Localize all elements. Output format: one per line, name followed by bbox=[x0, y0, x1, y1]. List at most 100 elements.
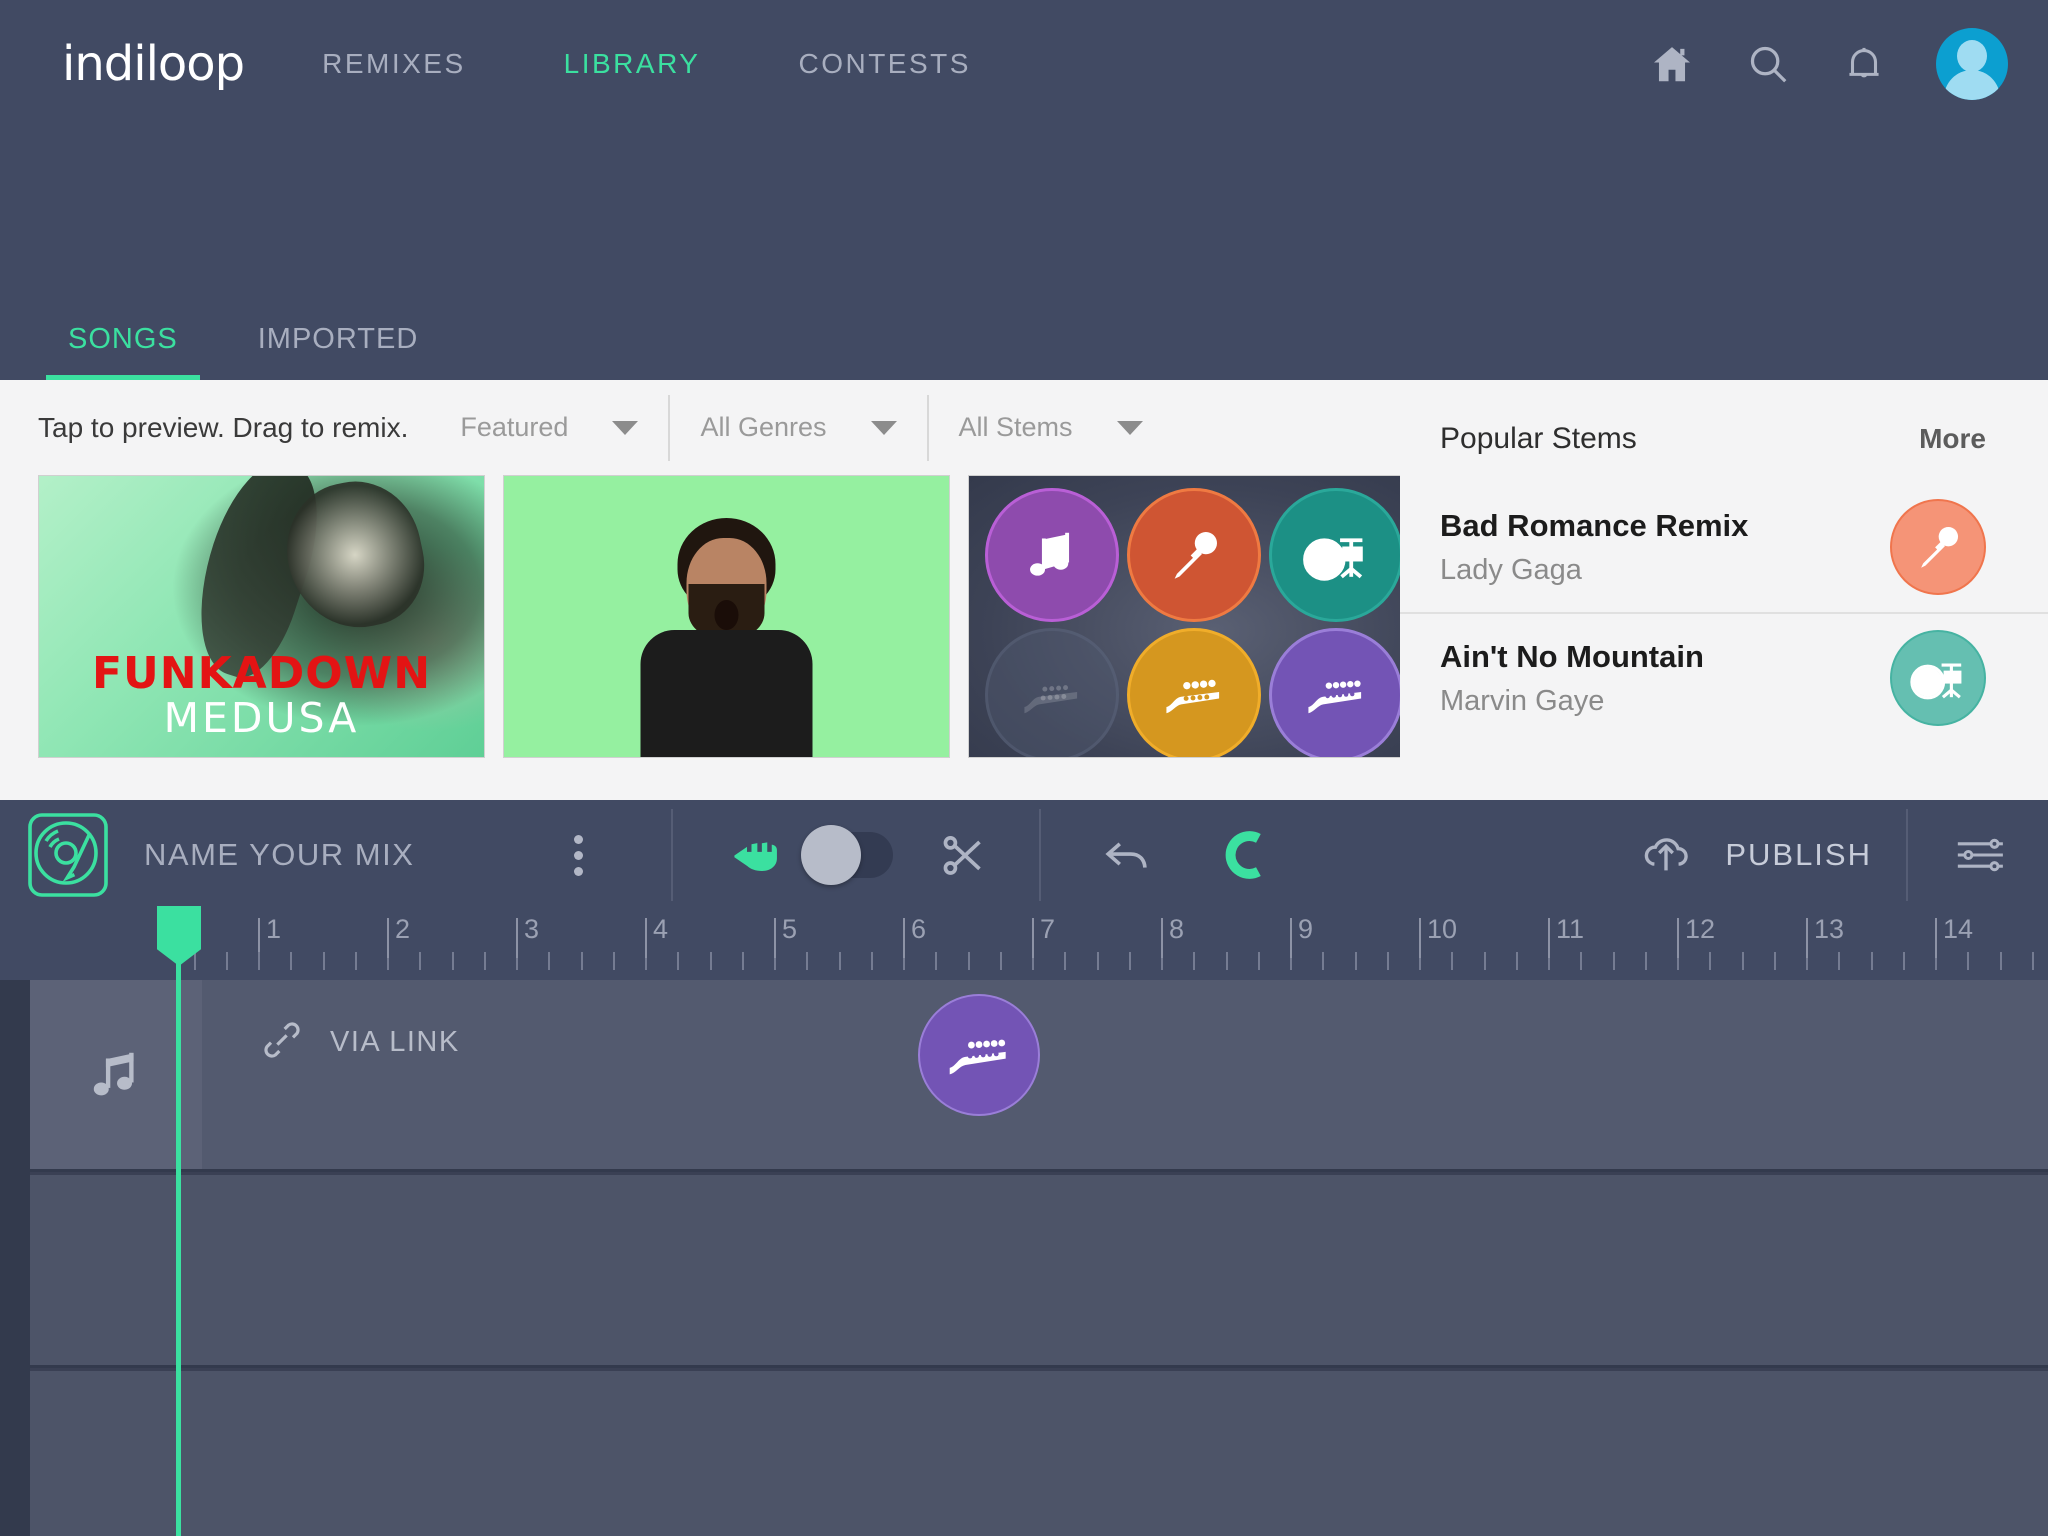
library-hint: Tap to preview. Drag to remix. bbox=[38, 411, 409, 443]
ruler-subtick bbox=[1870, 952, 1873, 970]
card-artwork-person bbox=[639, 518, 814, 757]
song-card-title: FUNKADOWN bbox=[91, 648, 432, 699]
ruler-bar-line bbox=[774, 918, 776, 958]
mix-name-input[interactable]: NAME YOUR MIX bbox=[144, 837, 414, 873]
stem-guitar-icon-purple[interactable] bbox=[1269, 628, 1403, 757]
cloud-upload-icon bbox=[1637, 824, 1695, 887]
ruler-subtick bbox=[1322, 952, 1325, 970]
ruler-subtick bbox=[1064, 952, 1067, 970]
more-vertical-icon[interactable] bbox=[574, 834, 584, 876]
ruler-bar-number: 2 bbox=[395, 914, 411, 944]
ruler-subtick bbox=[1096, 952, 1099, 970]
ruler-marks[interactable]: 1 2 3 4 5 6 7 8 9 10 11 12 13 14 bbox=[172, 910, 2048, 980]
ruler-subtick bbox=[1225, 952, 1228, 970]
ruler-bar-number: 12 bbox=[1685, 914, 1716, 944]
track-body-empty[interactable] bbox=[202, 1371, 2048, 1536]
link-icon bbox=[262, 1020, 302, 1065]
ruler-bar-line bbox=[516, 918, 518, 958]
ruler-subtick bbox=[580, 952, 583, 970]
ruler-bar-number: 14 bbox=[1943, 914, 1974, 944]
stem-microphone-icon[interactable] bbox=[1127, 488, 1261, 622]
magnet-icon[interactable] bbox=[1217, 828, 1271, 882]
sort-dropdown[interactable]: Featured bbox=[460, 397, 639, 459]
ruler-bar-line bbox=[1290, 918, 1292, 958]
ruler-subtick bbox=[193, 952, 196, 970]
popular-stems-more-link[interactable]: More bbox=[1919, 423, 1986, 455]
brand-logo[interactable]: indiloop bbox=[62, 36, 245, 92]
song-card-stem-grid[interactable] bbox=[968, 475, 1415, 758]
track-body-empty[interactable] bbox=[202, 1175, 2048, 1365]
ruler-subtick bbox=[741, 952, 744, 970]
ruler-bar-line bbox=[1806, 918, 1808, 958]
popular-stem-name: Ain't No Mountain bbox=[1440, 638, 1704, 674]
ruler-subtick bbox=[1999, 952, 2002, 970]
track-clip-guitar-stem[interactable] bbox=[918, 994, 1040, 1116]
timeline-ruler[interactable]: 1 2 3 4 5 6 7 8 9 10 11 12 13 14 bbox=[0, 910, 2048, 980]
chevron-down-icon bbox=[870, 420, 897, 435]
stems-dropdown[interactable]: All Stems bbox=[959, 397, 1143, 459]
genre-dropdown-value: All Genres bbox=[700, 412, 827, 442]
popular-stem-item[interactable]: Bad Romance Remix Lady Gaga bbox=[1400, 482, 2048, 612]
song-card-green-screen[interactable] bbox=[503, 475, 950, 758]
ruler-subtick bbox=[999, 952, 1002, 970]
track-row[interactable] bbox=[30, 1371, 2048, 1536]
toggle-knob bbox=[801, 825, 862, 885]
ruler-subtick bbox=[1451, 952, 1454, 970]
ruler-bar-line bbox=[387, 918, 389, 958]
nav-item-library[interactable]: LIBRARY bbox=[564, 48, 701, 80]
tab-songs[interactable]: SONGS bbox=[46, 323, 200, 380]
track-row[interactable]: VIA LINK bbox=[30, 980, 2048, 1172]
popular-stem-name: Bad Romance Remix bbox=[1440, 507, 1749, 543]
ruler-subtick bbox=[1773, 952, 1776, 970]
ruler-subtick bbox=[548, 952, 551, 970]
timeline-left-gutter bbox=[0, 980, 30, 1536]
mixer-sliders-icon[interactable] bbox=[1908, 827, 2048, 883]
genre-dropdown[interactable]: All Genres bbox=[700, 397, 897, 459]
ruler-bar-number: 9 bbox=[1298, 914, 1314, 944]
ruler-subtick bbox=[1483, 952, 1486, 970]
popular-stem-item[interactable]: Ain't No Mountain Marvin Gaye bbox=[1400, 612, 2048, 742]
ruler-subtick bbox=[1741, 952, 1744, 970]
search-icon[interactable] bbox=[1744, 40, 1792, 88]
home-icon[interactable] bbox=[1648, 40, 1696, 88]
library-tabs: SONGS IMPORTED bbox=[0, 290, 2048, 380]
stem-drums-icon[interactable] bbox=[1269, 488, 1403, 622]
ruler-bar-line bbox=[1935, 918, 1937, 958]
ruler-bar-number: 13 bbox=[1814, 914, 1845, 944]
drums-icon[interactable] bbox=[1890, 630, 1986, 726]
publish-button[interactable]: PUBLISH bbox=[1637, 824, 1906, 887]
ruler-subtick bbox=[1515, 952, 1518, 970]
ruler-bar-line bbox=[1548, 918, 1550, 958]
tab-imported[interactable]: IMPORTED bbox=[258, 323, 419, 380]
ruler-bar-number: 3 bbox=[524, 914, 540, 944]
popular-stem-artist: Marvin Gaye bbox=[1440, 684, 1605, 717]
ruler-subtick bbox=[225, 952, 228, 970]
hand-tool-icon[interactable] bbox=[729, 828, 783, 882]
nav-item-contests[interactable]: CONTESTS bbox=[798, 48, 970, 80]
edit-tools bbox=[673, 809, 1271, 901]
stem-music-note-icon[interactable] bbox=[985, 488, 1119, 622]
hand-cut-toggle[interactable] bbox=[801, 825, 894, 885]
ruler-bar-line bbox=[1677, 918, 1679, 958]
notifications-bell-icon[interactable] bbox=[1840, 40, 1888, 88]
microphone-icon[interactable] bbox=[1890, 499, 1986, 595]
ruler-bar-number: 11 bbox=[1556, 914, 1585, 944]
song-card-funkadown[interactable]: FUNKADOWN MEDUSA bbox=[38, 475, 485, 758]
avatar[interactable] bbox=[1936, 28, 2008, 100]
ruler-subtick bbox=[1902, 952, 1905, 970]
avatar-head bbox=[1957, 40, 1987, 72]
stem-guitar-icon-gold[interactable] bbox=[1127, 628, 1261, 757]
nav-item-remixes[interactable]: REMIXES bbox=[322, 48, 466, 80]
turntable-icon[interactable] bbox=[20, 807, 116, 903]
ruler-bar-number: 6 bbox=[911, 914, 927, 944]
nav-actions bbox=[1648, 0, 2008, 128]
ruler-subtick bbox=[870, 952, 873, 970]
stem-guitar-icon-dimmed[interactable] bbox=[985, 628, 1119, 757]
scissors-icon[interactable] bbox=[937, 829, 989, 881]
track-body[interactable]: VIA LINK bbox=[202, 980, 2048, 1169]
person-shirt bbox=[640, 630, 813, 757]
track-row[interactable] bbox=[30, 1175, 2048, 1368]
undo-arrow-icon[interactable] bbox=[1099, 826, 1157, 884]
person-mouth bbox=[714, 600, 739, 630]
ruler-gutter bbox=[0, 910, 172, 980]
